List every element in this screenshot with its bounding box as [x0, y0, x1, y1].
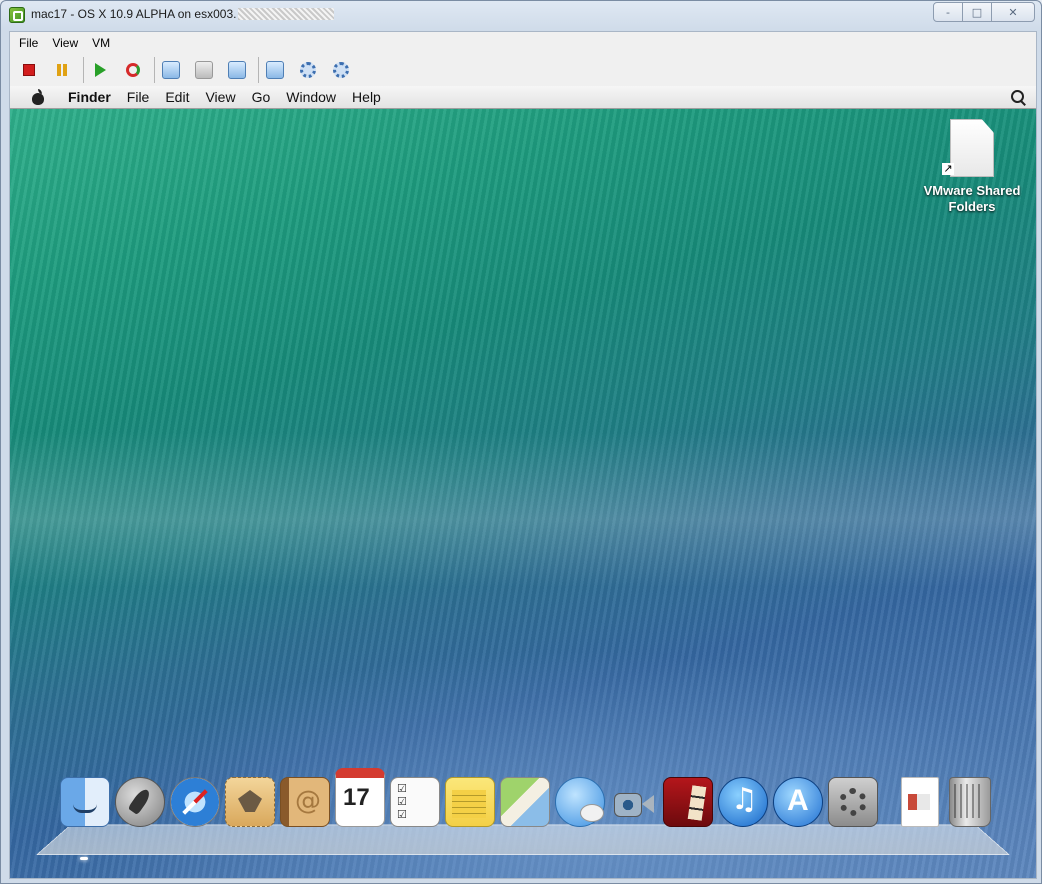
connect-device-button[interactable] — [295, 57, 321, 83]
wallpaper-wave — [10, 287, 1036, 771]
notes-icon[interactable] — [445, 777, 495, 827]
system-preferences-icon[interactable] — [828, 777, 878, 827]
mac-menu-edit[interactable]: Edit — [157, 89, 197, 105]
play-icon — [94, 63, 106, 77]
connect-icon — [300, 62, 316, 78]
suspend-button[interactable] — [49, 57, 75, 83]
alias-arrow-icon: ↗ — [942, 162, 954, 175]
devices-button[interactable] — [328, 57, 354, 83]
apple-menu-icon[interactable] — [30, 89, 46, 105]
finder-icon[interactable] — [60, 777, 110, 827]
power-off-button[interactable] — [16, 57, 42, 83]
revert-snapshot-button[interactable] — [191, 57, 217, 83]
app-store-icon[interactable] — [773, 777, 823, 827]
menu-view[interactable]: View — [47, 36, 83, 50]
mac-menu-window[interactable]: Window — [278, 89, 344, 105]
dock — [60, 768, 996, 827]
guest-screen[interactable]: Finder File Edit View Go Window Help ↗ V… — [10, 86, 1036, 878]
window-controls: - □ ✕ — [933, 2, 1035, 22]
vsphere-app-icon — [9, 7, 25, 23]
power-on-button[interactable] — [83, 57, 113, 83]
client-area: File View VM Finder File Edit View Go Wi… — [9, 31, 1037, 879]
mail-icon[interactable] — [225, 777, 275, 827]
mac-menu-file[interactable]: File — [119, 89, 158, 105]
trash-icon[interactable] — [949, 777, 991, 827]
snapshot-manager-button[interactable] — [224, 57, 250, 83]
mac-desktop[interactable]: ↗ VMware Shared Folders — [10, 109, 1036, 878]
take-snapshot-button[interactable] — [154, 57, 184, 83]
app-menubar: File View VM — [10, 32, 115, 54]
messages-icon[interactable] — [555, 777, 605, 827]
photo-booth-icon[interactable] — [663, 777, 713, 827]
safari-icon[interactable] — [170, 777, 220, 827]
window-title-text: mac17 - OS X 10.9 ALPHA on esx003. — [31, 7, 237, 21]
window-title: mac17 - OS X 10.9 ALPHA on esx003. — [31, 7, 335, 21]
menu-vm[interactable]: VM — [87, 36, 115, 50]
title-bar[interactable]: mac17 - OS X 10.9 ALPHA on esx003. - □ ✕ — [1, 1, 1041, 29]
alias-file-icon — [950, 119, 994, 177]
mac-menu-go[interactable]: Go — [244, 89, 279, 105]
mac-menu-help[interactable]: Help — [344, 89, 389, 105]
finder-running-indicator — [80, 857, 88, 860]
devices-icon — [333, 62, 349, 78]
vm-console-window: mac17 - OS X 10.9 ALPHA on esx003. - □ ✕… — [0, 0, 1042, 884]
pause-icon — [57, 64, 67, 76]
launchpad-icon[interactable] — [115, 777, 165, 827]
revert-snapshot-icon — [195, 61, 213, 79]
reset-icon — [126, 63, 140, 77]
desktop-icon-vmware-shared-folders[interactable]: ↗ VMware Shared Folders — [918, 119, 1026, 215]
close-button[interactable]: ✕ — [991, 2, 1035, 22]
minimize-button[interactable]: - — [933, 2, 963, 22]
vm-toolbar — [16, 56, 361, 84]
maps-icon[interactable] — [500, 777, 550, 827]
itunes-icon[interactable] — [718, 777, 768, 827]
mac-menubar: Finder File Edit View Go Window Help — [10, 86, 1036, 109]
stop-icon — [23, 64, 35, 76]
document-icon[interactable] — [901, 777, 939, 827]
reset-button[interactable] — [120, 57, 146, 83]
calendar-icon[interactable] — [335, 768, 385, 827]
console-settings-button[interactable] — [258, 57, 288, 83]
menu-file[interactable]: File — [14, 36, 43, 50]
facetime-icon[interactable] — [610, 779, 658, 827]
snapshot-icon — [162, 61, 180, 79]
desktop-icon-label: VMware Shared Folders — [923, 183, 1021, 214]
maximize-button[interactable]: □ — [962, 2, 992, 22]
snapshot-manager-icon — [228, 61, 246, 79]
mac-menu-view[interactable]: View — [197, 89, 243, 105]
reminders-icon[interactable] — [390, 777, 440, 827]
dock-shelf — [36, 824, 1010, 855]
spotlight-search-icon[interactable] — [1010, 89, 1026, 105]
console-settings-icon — [266, 61, 284, 79]
contacts-icon[interactable] — [280, 777, 330, 827]
redacted-hostname — [238, 8, 335, 20]
mac-menu-finder[interactable]: Finder — [60, 89, 119, 105]
